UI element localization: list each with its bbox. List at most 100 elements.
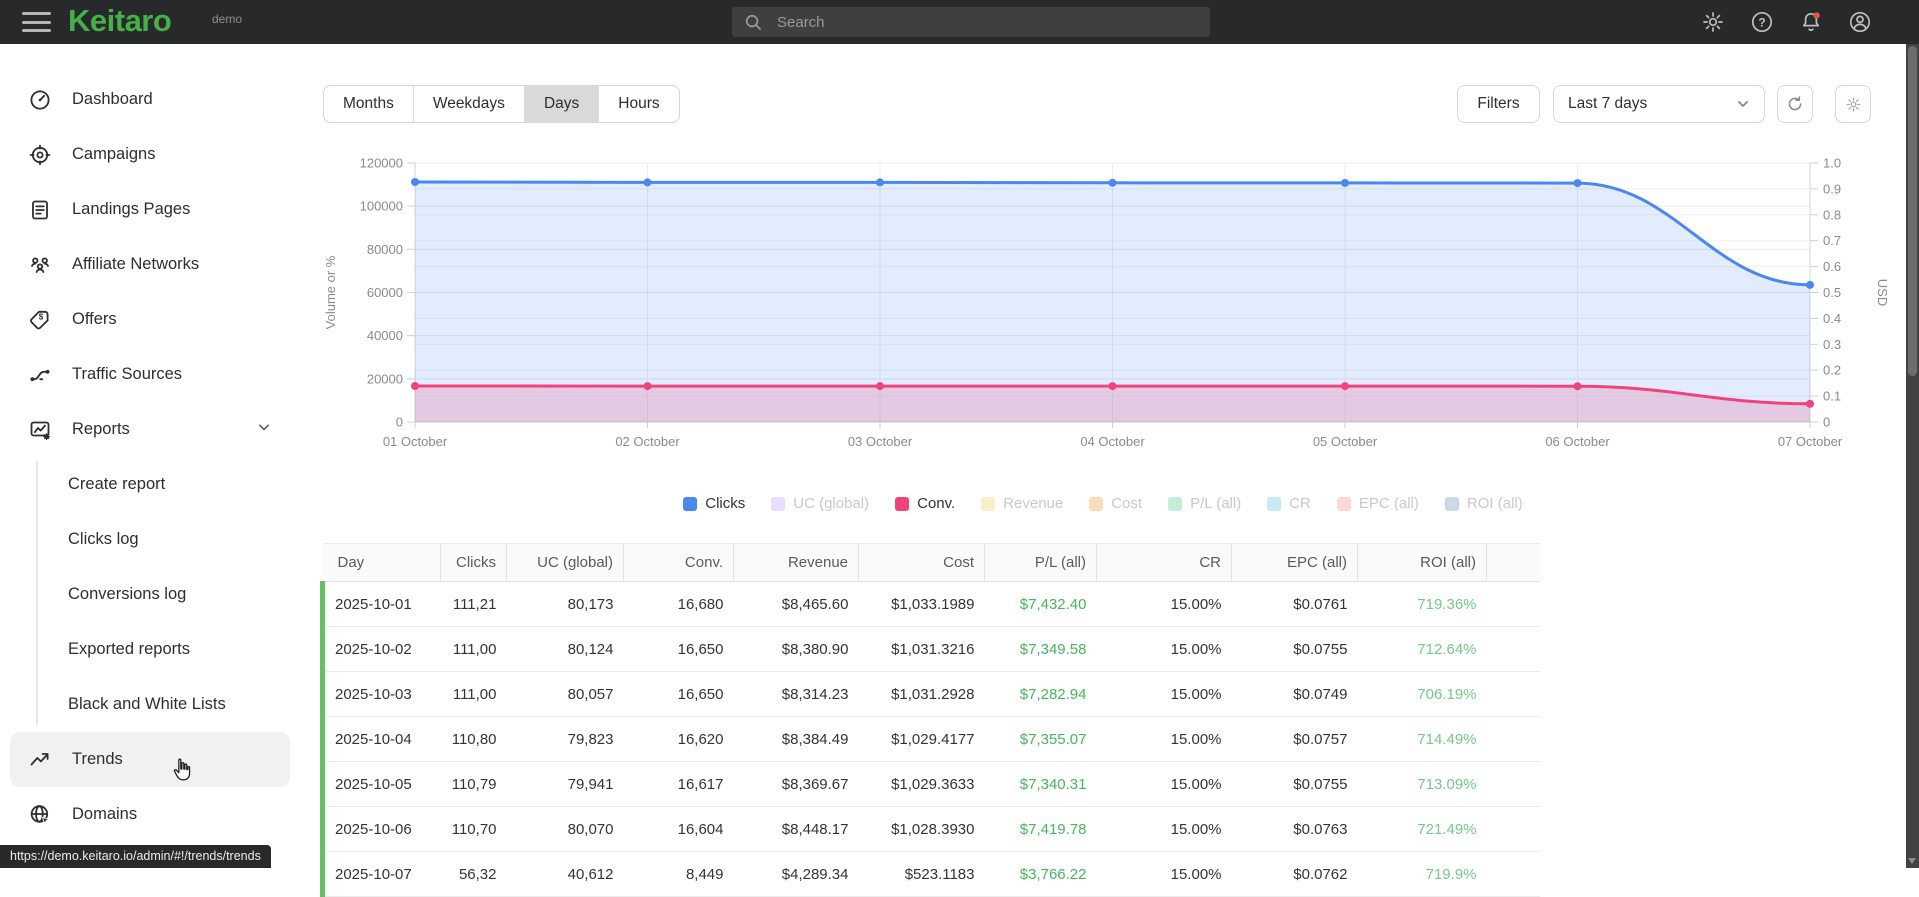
chart-settings-button[interactable] [1835, 85, 1871, 123]
svg-text:0: 0 [1823, 415, 1830, 430]
cell-clicks: 111,00 [440, 671, 507, 717]
sidebar-item-label: Black and White Lists [68, 695, 226, 713]
sidebar-item-affiliate-networks[interactable]: Affiliate Networks [0, 237, 300, 292]
gear-icon [1845, 96, 1861, 112]
scrollbar-down-arrow[interactable] [1908, 858, 1916, 864]
sidebar-item-clicks-log[interactable]: Clicks log [0, 512, 300, 567]
sidebar-item-domains[interactable]: Domains [0, 787, 300, 842]
notifications-icon[interactable] [1799, 10, 1823, 34]
date-range-select[interactable]: Last 7 days [1553, 85, 1765, 123]
svg-text:06 October: 06 October [1545, 434, 1610, 449]
cell-revenue: $8,465.60 [733, 581, 859, 627]
legend-label: UC (global) [793, 495, 870, 512]
svg-text:0.3: 0.3 [1823, 337, 1841, 352]
legend-label: P/L (all) [1190, 495, 1242, 512]
account-icon[interactable] [1848, 10, 1872, 34]
search-input[interactable] [775, 12, 1175, 32]
campaigns-icon [28, 143, 52, 167]
cell-conv: 16,604 [623, 806, 734, 852]
sidebar-item-reports[interactable]: Reports [0, 402, 300, 457]
tab-months[interactable]: Months [324, 86, 413, 122]
cell-roi-all: 712.64% [1357, 626, 1487, 672]
cell-epc-all: $0.0755 [1231, 761, 1358, 807]
tab-weekdays[interactable]: Weekdays [412, 86, 524, 122]
sidebar-item-black-and-white-lists[interactable]: Black and White Lists [0, 677, 300, 732]
cell-p-l-all: $7,349.58 [984, 626, 1097, 672]
cell-revenue: $8,369.67 [733, 761, 859, 807]
sidebar-item-exported-reports[interactable]: Exported reports [0, 622, 300, 677]
svg-text:60000: 60000 [367, 285, 403, 300]
cell-uc-global: 79,941 [506, 761, 624, 807]
cell-clicks: 111,21 [440, 581, 507, 627]
date-range-value: Last 7 days [1568, 95, 1648, 112]
affiliate-networks-icon [28, 253, 52, 277]
reports-icon [28, 418, 52, 442]
cell-filler [1486, 581, 1540, 627]
svg-text:05 October: 05 October [1313, 434, 1378, 449]
column-header-cost: Cost [858, 543, 985, 582]
menu-icon[interactable] [22, 12, 51, 32]
cell-day: 2025-10-06 [320, 806, 441, 852]
sidebar-item-landings-pages[interactable]: Landings Pages [0, 182, 300, 237]
settings-icon[interactable] [1701, 10, 1725, 34]
legend-item-clicks[interactable]: Clicks [683, 495, 745, 512]
cell-filler [1486, 671, 1540, 717]
svg-text:100000: 100000 [360, 199, 403, 214]
sidebar-item-trends[interactable]: Trends [10, 732, 290, 787]
refresh-button[interactable] [1777, 85, 1813, 123]
svg-text:0.8: 0.8 [1823, 207, 1841, 222]
sidebar-item-traffic-sources[interactable]: Traffic Sources [0, 347, 300, 402]
sidebar-item-label: Exported reports [68, 640, 190, 658]
sidebar-item-label: Trends [72, 750, 123, 768]
cell-epc-all: $0.0749 [1231, 671, 1358, 717]
legend-item-roi-all[interactable]: ROI (all) [1444, 495, 1523, 512]
column-header-roi-all: ROI (all) [1357, 543, 1487, 582]
cell-cr: 15.00% [1096, 626, 1232, 672]
tab-days[interactable]: Days [523, 86, 599, 122]
reports-submenu-rule [36, 461, 38, 725]
legend-item-p-l-all[interactable]: P/L (all) [1168, 495, 1241, 512]
svg-text:01 October: 01 October [383, 434, 448, 449]
sidebar-item-label: Offers [72, 310, 117, 328]
help-icon[interactable]: ? [1750, 10, 1774, 34]
cell-cr: 15.00% [1096, 581, 1232, 627]
cell-revenue: $8,384.49 [733, 716, 859, 762]
legend-item-uc-global[interactable]: UC (global) [771, 495, 869, 512]
cell-cr: 15.00% [1096, 716, 1232, 762]
legend-item-cr[interactable]: CR [1267, 495, 1311, 512]
cell-clicks: 110,70 [440, 806, 507, 852]
cell-conv: 16,620 [623, 716, 734, 762]
legend-swatch [683, 496, 698, 511]
cell-uc-global: 80,124 [506, 626, 624, 672]
chevron-down-icon [254, 417, 274, 442]
legend-label: Cost [1111, 495, 1143, 512]
cell-cost: $1,029.3633 [858, 761, 985, 807]
cell-filler [1486, 626, 1540, 672]
svg-text:USD: USD [1875, 279, 1890, 306]
sidebar-item-dashboard[interactable]: Dashboard [0, 72, 300, 127]
tab-hours[interactable]: Hours [598, 86, 678, 122]
svg-text:0.1: 0.1 [1823, 389, 1841, 404]
svg-text:0.4: 0.4 [1823, 311, 1841, 326]
cell-uc-global: 80,070 [506, 806, 624, 852]
table-row: 2025-10-07 56,32 40,612 8,449 $4,289.34 $523.… [320, 851, 1540, 897]
legend-item-revenue[interactable]: Revenue [981, 495, 1063, 512]
column-header-p-l-all: P/L (all) [984, 543, 1097, 582]
svg-text:120000: 120000 [360, 156, 403, 171]
table-row: 2025-10-01 111,21 80,173 16,680 $8,465.60 $1,… [320, 581, 1540, 627]
filters-button[interactable]: Filters [1457, 85, 1540, 123]
cell-conv: 8,449 [623, 851, 734, 897]
chart-legend: Clicks UC (global) Conv. Revenue Cost P/L (al… [300, 495, 1906, 512]
legend-item-cost[interactable]: Cost [1089, 495, 1142, 512]
sidebar-item-conversions-log[interactable]: Conversions log [0, 567, 300, 622]
sidebar-item-create-report[interactable]: Create report [0, 457, 300, 512]
page-scrollbar[interactable] [1906, 44, 1919, 868]
scrollbar-thumb[interactable] [1908, 46, 1917, 376]
topbar-icons: ? [1701, 10, 1872, 34]
legend-item-conv[interactable]: Conv. [895, 495, 955, 512]
legend-item-epc-all[interactable]: EPC (all) [1336, 495, 1419, 512]
column-header-filler [1486, 543, 1540, 582]
cell-p-l-all: $7,432.40 [984, 581, 1097, 627]
sidebar-item-offers[interactable]: $ Offers [0, 292, 300, 347]
sidebar-item-campaigns[interactable]: Campaigns [0, 127, 300, 182]
